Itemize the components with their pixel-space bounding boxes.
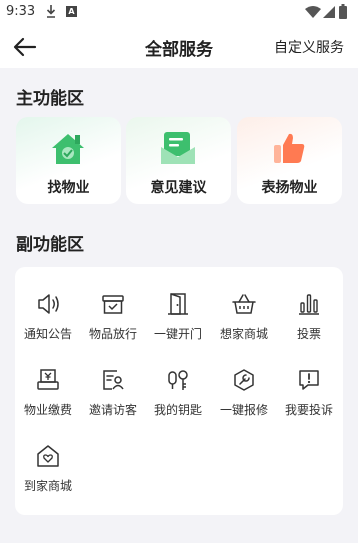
notice-label: 通知公告 [23, 327, 72, 341]
notification-a-icon: A [66, 6, 77, 17]
find-property-label: 找物业 [47, 180, 90, 196]
house-icon [52, 134, 84, 164]
my-keys-label: 我的钥匙 [153, 403, 202, 417]
shopping-basket-icon [232, 294, 256, 314]
download-icon [46, 5, 56, 18]
repair-item[interactable]: 一键报修 [211, 359, 277, 421]
invite-visitor-item[interactable]: 邀请访客 [80, 359, 146, 421]
speaker-icon [38, 294, 59, 314]
sub-services-panel: 通知公告 物品放行 一键开门 想家商城 投票 物业缴费 邀请访客 我的钥匙 一键… [15, 267, 343, 515]
status-bar: 9:33 A [0, 0, 358, 26]
suggestion-card[interactable]: 意见建议 [126, 117, 231, 204]
wrench-icon [234, 369, 254, 391]
complaint-icon [299, 370, 319, 390]
back-arrow-icon[interactable] [12, 35, 38, 59]
status-time: 9:33 [6, 4, 36, 19]
open-door-item[interactable]: 一键开门 [145, 283, 211, 345]
item-release-item[interactable]: 物品放行 [80, 283, 146, 345]
app-header: 全部服务 自定义服务 [0, 26, 358, 68]
praise-card[interactable]: 表扬物业 [237, 117, 342, 204]
suggestion-icon [161, 132, 195, 164]
notice-item[interactable]: 通知公告 [15, 283, 81, 345]
key-icon [168, 370, 188, 390]
praise-label: 表扬物业 [261, 180, 318, 196]
visitor-icon [103, 370, 124, 390]
sub-section-title: 副功能区 [16, 235, 84, 255]
yuan-payment-icon [37, 369, 59, 390]
home-mall-label: 想家商城 [219, 327, 268, 341]
my-keys-item[interactable]: 我的钥匙 [145, 359, 211, 421]
signal-icon [323, 6, 335, 18]
find-property-card[interactable]: 找物业 [16, 117, 121, 204]
suggestion-label: 意见建议 [150, 180, 207, 196]
door-icon [168, 293, 188, 315]
custom-services-button[interactable]: 自定义服务 [274, 37, 344, 57]
invite-visitor-label: 邀请访客 [88, 403, 137, 417]
thumbs-up-icon [274, 133, 305, 163]
item-release-label: 物品放行 [88, 327, 137, 341]
main-section-title: 主功能区 [16, 89, 84, 109]
complaint-item[interactable]: 我要投诉 [276, 359, 342, 421]
home-heart-icon [37, 445, 59, 467]
battery-icon [339, 4, 347, 19]
box-check-icon [102, 295, 124, 314]
vote-item[interactable]: 投票 [276, 283, 342, 345]
open-door-label: 一键开门 [153, 327, 202, 341]
repair-label: 一键报修 [219, 403, 268, 417]
property-payment-item[interactable]: 物业缴费 [15, 359, 81, 421]
vote-label: 投票 [296, 327, 321, 341]
home-mall-item[interactable]: 想家商城 [211, 283, 277, 345]
bar-chart-icon [299, 294, 319, 315]
wifi-icon [305, 6, 321, 18]
door-mall-item[interactable]: 到家商城 [15, 435, 81, 497]
complaint-label: 我要投诉 [284, 403, 333, 417]
door-mall-label: 到家商城 [23, 479, 72, 493]
property-payment-label: 物业缴费 [23, 403, 72, 417]
